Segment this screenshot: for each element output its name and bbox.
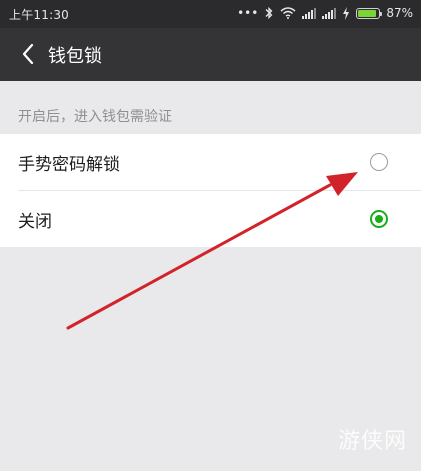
option-label: 关闭 (18, 211, 52, 232)
charging-icon (342, 5, 350, 21)
watermark: 游侠网 (337, 429, 407, 454)
wifi-icon (280, 5, 296, 21)
radio-checked-icon[interactable] (370, 210, 388, 228)
lock-options-list: 手势密码解锁 关闭 (0, 134, 421, 247)
option-label: 手势密码解锁 (18, 154, 120, 175)
option-gesture-password[interactable]: 手势密码解锁 (0, 134, 421, 190)
status-bar: 上午11:30 ••• 87% (0, 0, 421, 28)
signal-2-icon (322, 5, 337, 21)
status-icons: ••• 87% (237, 5, 413, 21)
battery-level (358, 9, 376, 17)
signal-1-icon (302, 5, 317, 21)
battery-icon (356, 7, 383, 19)
radio-unchecked-icon[interactable] (370, 153, 388, 171)
status-time: 上午11:30 (9, 8, 69, 22)
option-off[interactable]: 关闭 (18, 190, 421, 247)
notification-dots-icon: ••• (237, 6, 259, 20)
bluetooth-icon (264, 5, 274, 21)
chevron-left-icon (22, 43, 34, 65)
title-bar: 钱包锁 (0, 28, 421, 81)
section-hint: 开启后，进入钱包需验证 (18, 109, 172, 125)
page-title: 钱包锁 (48, 46, 102, 67)
battery-percent: 87% (386, 6, 413, 20)
back-button[interactable] (14, 40, 42, 68)
